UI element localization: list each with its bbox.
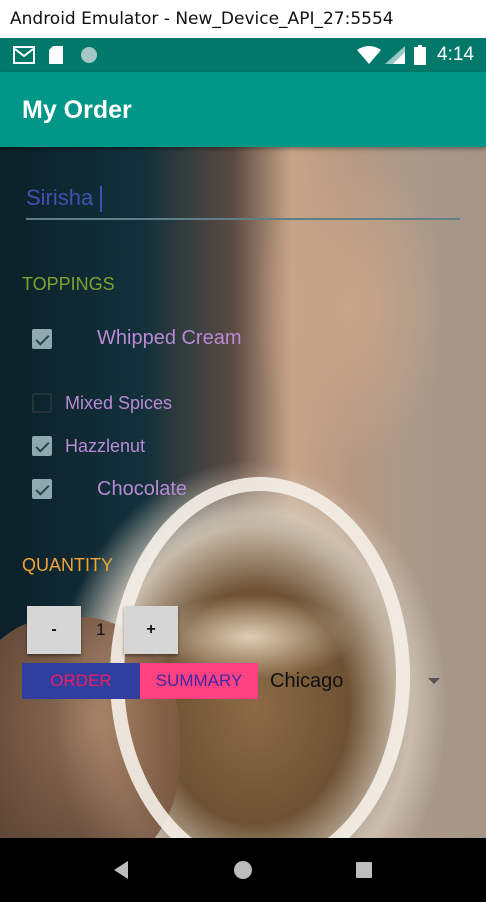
dropdown-arrow-icon	[428, 678, 440, 684]
chocolate-checkbox[interactable]	[32, 479, 52, 499]
increment-button[interactable]: +	[124, 606, 178, 654]
hazzlenut-checkbox[interactable]	[32, 436, 52, 456]
sd-card-icon	[46, 38, 66, 72]
sync-icon	[78, 38, 100, 72]
window-title: Android Emulator - New_Device_API_27:555…	[0, 0, 486, 38]
whipped-cream-checkbox[interactable]	[32, 329, 52, 349]
back-icon[interactable]	[91, 838, 151, 902]
toppings-label: TOPPINGS	[22, 274, 115, 294]
signal-icon	[384, 38, 406, 72]
decrement-button[interactable]: -	[27, 606, 81, 654]
recents-icon[interactable]	[334, 838, 394, 902]
order-button[interactable]: ORDER	[22, 663, 140, 699]
mixed-spices-label[interactable]: Mixed Spices	[65, 393, 172, 414]
status-bar: 4:14	[0, 38, 486, 72]
status-time: 4:14	[437, 44, 474, 65]
quantity-label: QUANTITY	[22, 555, 114, 575]
chocolate-label[interactable]: Chocolate	[97, 478, 187, 501]
battery-icon	[412, 38, 428, 72]
home-icon[interactable]	[213, 838, 273, 902]
text-cursor	[100, 186, 102, 212]
app-title: My Order	[22, 96, 132, 124]
background-cup	[110, 477, 410, 838]
gmail-icon	[12, 38, 36, 72]
summary-button[interactable]: SUMMARY	[140, 663, 258, 699]
whipped-cream-label[interactable]: Whipped Cream	[97, 327, 242, 350]
city-selected-value: Chicago	[270, 670, 344, 692]
app-bar: My Order	[0, 72, 486, 147]
city-spinner[interactable]: Chicago	[258, 663, 448, 699]
name-input[interactable]	[26, 182, 460, 220]
wifi-icon	[356, 38, 382, 72]
background-coffee-image	[0, 147, 486, 838]
quantity-value: 1	[96, 620, 106, 639]
hazzlenut-label[interactable]: Hazzlenut	[65, 436, 145, 457]
mixed-spices-checkbox[interactable]	[32, 393, 52, 413]
navigation-bar	[0, 838, 486, 902]
